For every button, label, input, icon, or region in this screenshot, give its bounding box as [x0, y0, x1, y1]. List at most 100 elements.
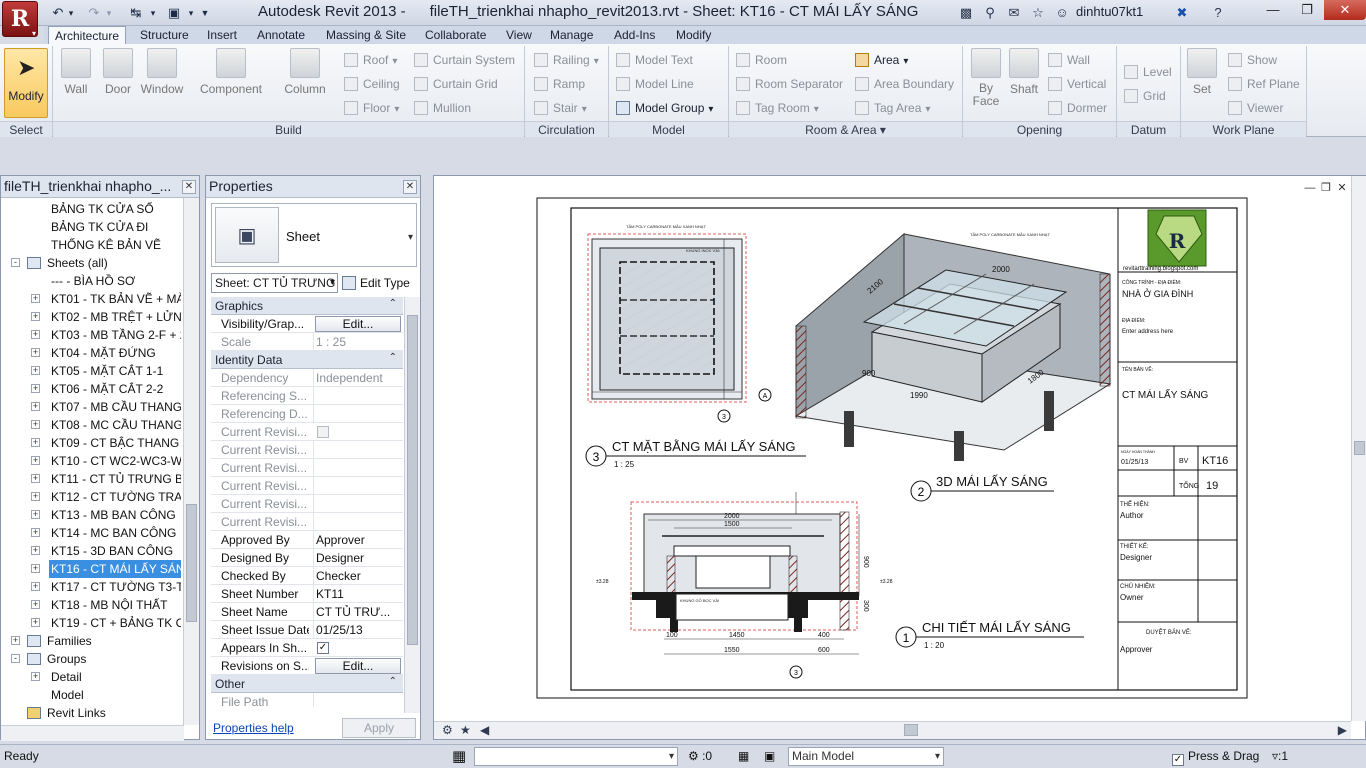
property-group-header[interactable]: Identity Data ⌃ [211, 351, 403, 369]
close-icon[interactable]: ✕ [1324, 0, 1366, 20]
type-selector[interactable]: ▣ Sheet ▾ [211, 203, 417, 267]
tab-manage[interactable]: Manage [544, 26, 599, 44]
browser-item[interactable]: BẢNG TK CỬA ĐI [49, 218, 181, 236]
tree-expand-icon[interactable]: + [31, 348, 40, 357]
tab-insert[interactable]: Insert [201, 26, 243, 44]
vertical-opening-button[interactable]: Vertical [1048, 75, 1106, 93]
model-group-button[interactable]: Model Group [616, 99, 713, 117]
browser-item[interactable]: Detail [49, 668, 181, 686]
modify-button[interactable]: ➤ Modify [4, 48, 48, 118]
measure-dropdown-icon[interactable]: ▾ [146, 4, 160, 22]
help-icon[interactable]: ? [1208, 3, 1228, 23]
chevron-down-icon[interactable]: ▾ [408, 232, 413, 243]
tree-expand-icon[interactable]: + [31, 330, 40, 339]
minimize-icon[interactable]: — [1256, 0, 1290, 20]
instance-filter-select[interactable]: Sheet: CT TỦ TRƯNG ▾ [211, 273, 338, 293]
worksharing-icon[interactable]: ★ [460, 723, 471, 737]
properties-help-link[interactable]: Properties help [213, 721, 294, 735]
design-option-icon[interactable]: ▣ [764, 749, 775, 763]
browser-item[interactable]: KT01 - TK BẢN VẼ + MÀ [49, 290, 181, 308]
active-workset-select[interactable]: ▾ [474, 747, 678, 766]
dormer-button[interactable]: Dormer [1048, 99, 1107, 117]
tree-expand-icon[interactable]: + [31, 366, 40, 375]
browser-item[interactable]: KT04 - MẶT ĐỨNG [49, 344, 181, 362]
door-button[interactable]: Door [100, 48, 136, 96]
panel-title-select[interactable]: Select [0, 121, 52, 137]
area-boundary-button[interactable]: Area Boundary [855, 75, 954, 93]
communication-center-icon[interactable]: ✉ [1004, 3, 1024, 23]
scroll-thumb[interactable] [186, 504, 197, 622]
tree-expand-icon[interactable]: + [31, 582, 40, 591]
properties-scrollbar[interactable] [404, 297, 420, 713]
close-icon[interactable]: ✕ [403, 180, 417, 194]
browser-item[interactable]: Groups [45, 650, 181, 668]
browser-item-selected[interactable]: KT16 - CT MÁI LẤY SÁNG [49, 560, 181, 578]
browser-item[interactable]: KT03 - MB TẦNG 2-F + 2 [49, 326, 181, 344]
measure-icon[interactable]: ↹ [126, 4, 146, 22]
favorites-star-icon[interactable]: ☆ [1028, 3, 1048, 23]
column-button[interactable]: Column [280, 48, 330, 96]
browser-item[interactable]: KT10 - CT WC2-WC3-WC [49, 452, 181, 470]
tree-expand-icon[interactable]: + [31, 438, 40, 447]
property-value[interactable]: Approver [313, 531, 403, 549]
switch-windows-icon[interactable]: ▣ [164, 4, 184, 22]
property-edit-button[interactable]: Edit... [315, 316, 401, 332]
railing-button[interactable]: Railing [534, 51, 599, 69]
curtain-system-button[interactable]: Curtain System [414, 51, 515, 69]
browser-item[interactable]: Revit Links [45, 704, 181, 722]
tree-expand-icon[interactable]: + [11, 636, 20, 645]
area-button[interactable]: Area [855, 51, 908, 69]
tab-structure[interactable]: Structure [134, 26, 195, 44]
tree-expand-icon[interactable]: + [31, 510, 40, 519]
browser-item[interactable]: KT12 - CT TƯỜNG TRAN [49, 488, 181, 506]
collapse-icon[interactable]: ⌃ [389, 352, 397, 363]
ceiling-button[interactable]: Ceiling [344, 75, 400, 93]
browser-item[interactable]: KT14 - MC BAN CÔNG [49, 524, 181, 542]
tab-add-ins[interactable]: Add-Ins [608, 26, 661, 44]
model-text-button[interactable]: Model Text [616, 51, 693, 69]
switch-windows-dropdown-icon[interactable]: ▾ [184, 4, 198, 22]
browser-item[interactable]: --- - BÌA HỒ SƠ [49, 272, 181, 290]
model-line-button[interactable]: Model Line [616, 75, 694, 93]
property-value[interactable]: CT TỦ TRƯ... [313, 603, 403, 621]
close-icon[interactable]: ✕ [182, 180, 196, 194]
tree-expand-icon[interactable]: + [31, 474, 40, 483]
sheet-canvas[interactable]: TẤM POLY CARBONATE MẦU XANH NHẠT KHUNG I… [434, 176, 1350, 721]
restore-icon[interactable]: ❐ [1290, 0, 1324, 20]
browser-horizontal-scrollbar[interactable] [1, 725, 184, 741]
tab-massing-site[interactable]: Massing & Site [320, 26, 412, 44]
wall-button[interactable]: Wall [58, 48, 94, 96]
design-option-select[interactable]: Main Model ▾ [788, 747, 944, 766]
property-group-header[interactable]: Other ⌃ [211, 675, 403, 693]
stair-button[interactable]: Stair [534, 99, 587, 117]
filter-indicator[interactable]: ▿:1 [1272, 749, 1288, 763]
scroll-left-icon[interactable]: ◀ [480, 723, 489, 737]
user-icon[interactable]: ☺ [1052, 3, 1072, 23]
browser-item[interactable]: KT05 - MẶT CẮT 1-1 [49, 362, 181, 380]
shaft-button[interactable]: Shaft [1006, 48, 1042, 96]
tree-expand-icon[interactable]: + [31, 492, 40, 501]
redo-icon[interactable]: ↷ [84, 4, 104, 22]
collapse-icon[interactable]: ⌃ [389, 676, 397, 687]
tree-expand-icon[interactable]: + [31, 402, 40, 411]
set-work-plane-button[interactable]: Set [1184, 48, 1220, 96]
design-options-icon[interactable]: ▦ [738, 749, 749, 763]
view-h-scroll-thumb[interactable] [904, 724, 918, 736]
tab-annotate[interactable]: Annotate [251, 26, 311, 44]
subscription-key-icon[interactable]: ⚲ [980, 3, 1000, 23]
ramp-button[interactable]: Ramp [534, 75, 585, 93]
application-menu-button[interactable]: R ▾ [2, 1, 38, 37]
tree-expand-icon[interactable]: + [31, 618, 40, 627]
browser-item[interactable]: THỐNG KÊ BẢN VẼ [49, 236, 181, 254]
tree-expand-icon[interactable]: + [31, 456, 40, 465]
exchange-apps-icon[interactable]: ✖ [1172, 3, 1192, 23]
apply-button[interactable]: Apply [342, 718, 416, 738]
tree-expand-icon[interactable]: + [31, 312, 40, 321]
browser-item[interactable]: KT06 - MẶT CẮT 2-2 [49, 380, 181, 398]
browser-item[interactable]: KT15 - 3D BAN CÔNG [49, 542, 181, 560]
roof-button[interactable]: Roof [344, 51, 397, 69]
browser-item[interactable]: KT08 - MC CẦU THANG [49, 416, 181, 434]
tree-expand-icon[interactable]: + [31, 294, 40, 303]
tab-view[interactable]: View [500, 26, 538, 44]
scroll-right-icon[interactable]: ▶ [1338, 723, 1347, 737]
